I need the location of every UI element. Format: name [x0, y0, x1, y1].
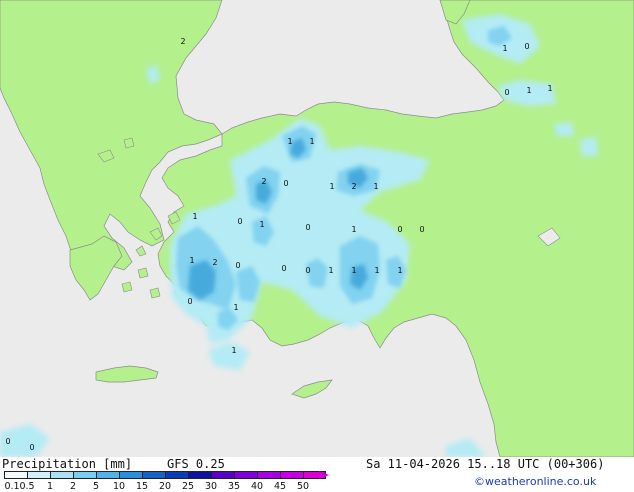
value-label: 0: [29, 443, 34, 452]
value-label: 0: [504, 88, 509, 97]
value-label: 2: [180, 37, 185, 46]
value-label: 1: [259, 220, 264, 229]
map-title: Precipitation [mm]: [2, 457, 133, 471]
legend-tick-label: 45: [273, 481, 287, 492]
value-label: 1: [373, 182, 378, 191]
value-label: 0: [237, 217, 242, 226]
value-label: 1: [189, 256, 194, 265]
value-label: 0: [281, 264, 286, 273]
legend-color-swatch: [50, 471, 73, 479]
legend-tick-label: 0.5: [19, 481, 35, 492]
value-label: 1: [351, 266, 356, 275]
legend-tick-label: 50: [296, 481, 310, 492]
legend-tick-label: 30: [204, 481, 218, 492]
value-label: 1: [287, 137, 292, 146]
value-label: 1: [547, 84, 552, 93]
value-label: 1: [351, 225, 356, 234]
legend-color-swatch: [234, 471, 257, 479]
legend-color-swatch: [280, 471, 303, 479]
legend-tick-label: 15: [135, 481, 149, 492]
legend-tick-label: 10: [112, 481, 126, 492]
value-label: 1: [309, 137, 314, 146]
legend-tick-label: 0.1: [4, 481, 20, 492]
value-label: 0: [305, 266, 310, 275]
legend-tick-label: 20: [158, 481, 172, 492]
value-label: 1: [397, 266, 402, 275]
legend-tick-label: 25: [181, 481, 195, 492]
value-label: 1: [231, 346, 236, 355]
value-label: 1: [192, 212, 197, 221]
value-label: 0: [5, 437, 10, 446]
legend-color-swatch: [142, 471, 165, 479]
legend-tick-label: 5: [92, 481, 100, 492]
legend-tick-label: 40: [250, 481, 264, 492]
legend-color-swatch: [188, 471, 211, 479]
legend-colorbar: [4, 471, 326, 479]
legend-color-swatch: [165, 471, 188, 479]
value-label: 0: [397, 225, 402, 234]
legend-color-swatch: [27, 471, 50, 479]
credit-link[interactable]: ©weatheronline.co.uk: [474, 475, 596, 488]
value-label: 0: [187, 297, 192, 306]
value-label: 0: [524, 42, 529, 51]
legend-color-swatch: [211, 471, 234, 479]
legend-tick-label: 1: [46, 481, 54, 492]
value-label: 1: [233, 303, 238, 312]
value-label: 0: [235, 261, 240, 270]
model-name: GFS 0.25: [167, 457, 225, 471]
legend-color-swatch: [73, 471, 96, 479]
legend-color-swatch: [96, 471, 119, 479]
value-label: 1: [328, 266, 333, 275]
value-label: 1: [526, 86, 531, 95]
value-label: 2: [351, 182, 356, 191]
value-label: 2: [261, 177, 266, 186]
value-label: 1: [374, 266, 379, 275]
value-label: 1: [329, 182, 334, 191]
value-label: 0: [305, 223, 310, 232]
map-footer: Precipitation [mm] GFS 0.25 Sa 11-04-202…: [0, 457, 634, 492]
legend-color-swatch: [257, 471, 280, 479]
legend-tick-label: 2: [69, 481, 77, 492]
value-label: 2: [212, 258, 217, 267]
valid-time: Sa 11-04-2026 15..18 UTC (00+306): [366, 457, 605, 471]
legend-color-swatch: [119, 471, 142, 479]
map-canvas: 2 1 0 0 1 1 1 2 0 1 2 1 1 0 1 0 1 2 0 1 …: [0, 0, 634, 457]
value-label: 0: [283, 179, 288, 188]
legend-tick-label: 35: [227, 481, 241, 492]
legend-color-swatch: [4, 471, 27, 479]
value-label: 1: [502, 44, 507, 53]
precipitation-map: 2 1 0 0 1 1 1 2 0 1 2 1 1 0 1 0 1 2 0 1 …: [0, 0, 634, 457]
value-label: 0: [419, 225, 424, 234]
legend-overflow-arrow: [319, 471, 329, 479]
